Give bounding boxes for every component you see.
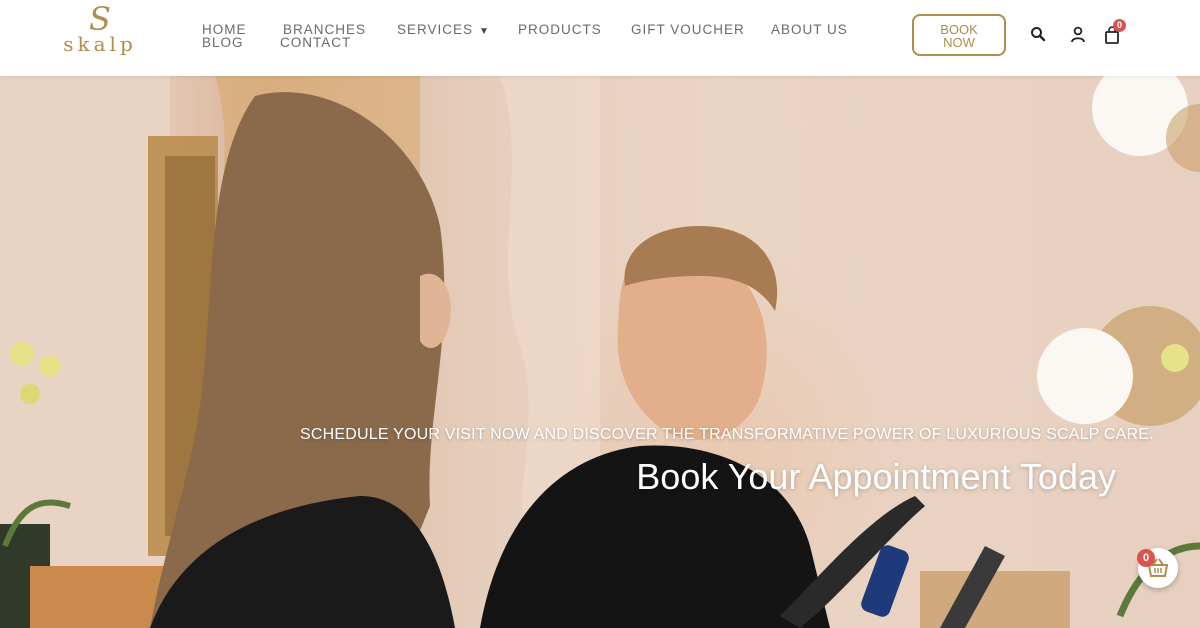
chevron-down-icon: ▼ [479,26,490,37]
skalp-logo[interactable]: S skalp [60,2,140,60]
hero-subtitle: SCHEDULE YOUR VISIT NOW AND DISCOVER THE… [300,426,1154,443]
book-now-label-line2: NOW [943,35,975,50]
hero-title: Book Your Appointment Today [636,456,1116,497]
nav-about-us[interactable]: ABOUT US [771,22,848,37]
cart-count-badge: 0 [1113,19,1126,32]
nav-products[interactable]: PRODUCTS [518,22,602,37]
floating-cart-count-badge: 0 [1137,549,1155,567]
site-header: S skalp HOME BLOG BRANCHES CONTACT SERVI… [0,0,1200,76]
nav-contact[interactable]: CONTACT [280,35,351,50]
nav-blog[interactable]: BLOG [202,35,244,50]
hero-section: SCHEDULE YOUR VISIT NOW AND DISCOVER THE… [0,76,1200,628]
user-icon[interactable] [1070,26,1086,43]
nav-services-label: SERVICES [397,22,474,37]
nav-gift-voucher[interactable]: GIFT VOUCHER [631,22,745,37]
hero-background-photo [0,76,1200,628]
search-icon[interactable] [1030,26,1046,42]
book-now-button[interactable]: BOOK NOW [912,14,1006,56]
logo-mark: S [89,0,111,38]
logo-wordmark: skalp [63,32,137,56]
nav-services[interactable]: SERVICES ▼ [397,22,490,37]
